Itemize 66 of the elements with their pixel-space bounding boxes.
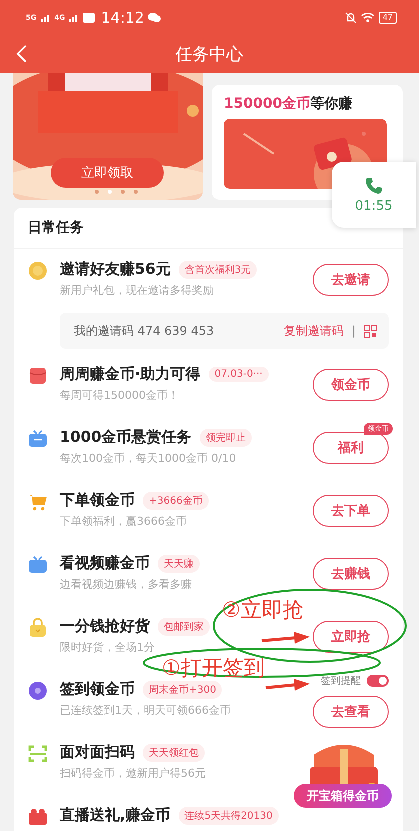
task-tag: 连续5天共得20130 <box>178 806 279 824</box>
task-button[interactable]: 福利 <box>313 432 389 464</box>
task-title: 邀请好友赚56元 <box>60 260 171 279</box>
task-button[interactable]: 去赚钱 <box>313 558 389 590</box>
phone-icon <box>365 176 383 194</box>
wifi-icon <box>360 12 375 23</box>
bag-icon <box>28 618 48 638</box>
envelope-icon <box>28 366 48 386</box>
task-button[interactable]: 去查看 <box>313 696 389 728</box>
task-tag: 天天领红包 <box>143 744 205 762</box>
reminder-label: 签到提醒 <box>321 675 361 688</box>
open-chest-button[interactable]: 开宝箱得金币 <box>294 784 392 808</box>
task-title: 直播送礼,赚金币 <box>60 806 171 825</box>
task-tag: 领完即止 <box>200 428 252 446</box>
task-tag: 周末金币+300 <box>143 680 222 698</box>
task-title: 看视频赚金币 <box>60 554 150 573</box>
arrow <box>266 679 310 691</box>
task-description: 新用户礼包，现在邀请多得奖励 <box>60 283 215 298</box>
signal-icon <box>69 14 80 22</box>
task-description: 限时好货，全场1分 <box>60 640 156 655</box>
claim-button[interactable]: 立即领取 <box>51 158 164 188</box>
clock: 14:12 <box>101 8 144 26</box>
reminder-toggle[interactable] <box>367 675 389 687</box>
copy-link[interactable]: 复制邀请码 <box>284 322 344 340</box>
task-tag: 07.03-0··· <box>208 367 269 382</box>
task-description: 扫码得金币，邀新用户得56元 <box>60 766 207 781</box>
cart-icon <box>28 492 48 512</box>
tv-icon <box>28 555 48 575</box>
qr-code-icon[interactable] <box>364 324 377 338</box>
call-widget[interactable]: 01:55 <box>332 162 416 228</box>
separator: | <box>352 324 356 338</box>
task-tag: 天天赚 <box>158 554 200 572</box>
chat-icon <box>148 12 162 23</box>
task-description: 边看视频边赚钱，多看多赚 <box>60 577 193 592</box>
task-tag: 包邮到家 <box>158 618 210 636</box>
coin-icon <box>28 261 48 281</box>
scan-icon <box>28 744 48 764</box>
annotation-text: ②立即抢 <box>222 600 304 621</box>
tv-icon <box>28 429 48 449</box>
back-icon[interactable] <box>16 45 28 63</box>
task-description: 下单领福利，赢3666金币 <box>60 514 188 529</box>
task-title: 签到领金币 <box>60 680 135 699</box>
task-button[interactable]: 领金币 <box>313 369 389 401</box>
task-description: 每周可得150000金币！ <box>60 388 180 403</box>
task-button[interactable]: 去下单 <box>313 495 389 527</box>
task-title: 下单领金币 <box>60 491 135 510</box>
task-tag: +3666金币 <box>143 492 209 510</box>
gift-icon <box>28 807 48 827</box>
task-title: 1000金币悬赏任务 <box>60 428 192 447</box>
task-title: 周周赚金币·助力可得 <box>60 365 201 384</box>
task-tag: 含首次福利3元 <box>178 260 258 278</box>
task-button[interactable]: 立即抢 <box>313 621 389 653</box>
task-title: 一分钱抢好货 <box>60 617 150 636</box>
bell-off-icon <box>344 12 357 24</box>
promo-title: 150000金币等你赚 <box>224 95 354 113</box>
task-title: 面对面扫码 <box>60 743 135 762</box>
invite-code: 我的邀请码 474 639 453 <box>74 322 216 340</box>
task-button[interactable]: 去邀请 <box>313 264 389 296</box>
signal-icon <box>40 14 51 22</box>
arrow <box>262 632 310 644</box>
page-title: 任务中心 <box>176 44 244 66</box>
checkin-icon <box>28 681 48 701</box>
task-description: 每次100金币，每天1000金币 0/10 <box>60 451 238 466</box>
hd-icon <box>83 12 96 22</box>
battery-level: 47 <box>378 12 397 24</box>
task-description: 已连续签到1天，明天可领666金币 <box>60 703 232 718</box>
